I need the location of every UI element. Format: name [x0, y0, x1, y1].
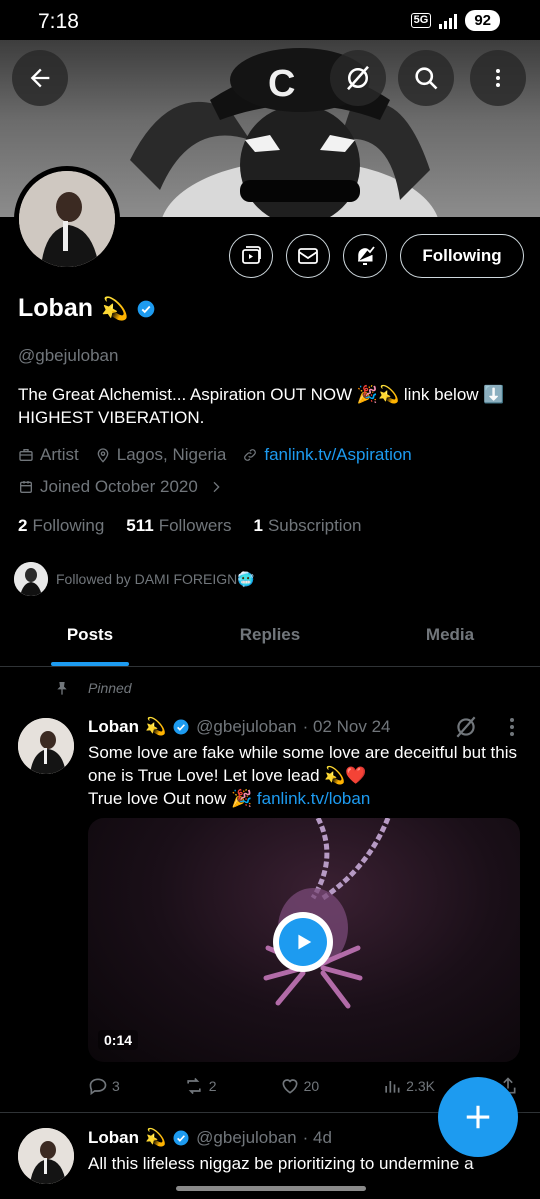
status-time: 7:18 — [38, 10, 79, 33]
profile-website-link[interactable]: fanlink.tv/Aspiration — [264, 445, 411, 465]
grok-icon — [347, 65, 369, 91]
profile-bio: The Great Alchemist... Aspiration OUT NO… — [18, 385, 505, 427]
search-button[interactable] — [398, 50, 454, 106]
status-bar: 7:18 5G 92 — [0, 0, 540, 40]
following-stat[interactable]: 2 Following — [18, 516, 104, 536]
profile-handle: @gbejuloban — [18, 346, 119, 365]
location-pin-icon — [97, 448, 109, 463]
tweet-date: · 4d — [302, 1128, 332, 1147]
battery-indicator: 92 — [465, 10, 500, 31]
following-button[interactable]: Following — [400, 234, 524, 278]
followed-by-text: Followed by DAMI FOREIGN🥶 — [56, 570, 255, 587]
pin-icon — [57, 682, 67, 695]
notifications-button[interactable] — [343, 234, 387, 278]
back-button[interactable] — [12, 50, 68, 106]
profile-actions: Following — [229, 234, 524, 278]
play-button[interactable] — [273, 912, 333, 972]
svg-text:C: C — [268, 63, 295, 105]
profile-category: Artist — [40, 445, 79, 464]
heart-icon — [282, 1079, 298, 1094]
name-emoji: 💫 — [101, 295, 129, 321]
tab-replies[interactable]: Replies — [180, 603, 360, 666]
more-options-button[interactable] — [470, 50, 526, 106]
tweet-text-line2: True love Out now 🎉 fanlink.tv/loban — [88, 789, 371, 808]
tweet-author-handle[interactable]: @gbejuloban — [196, 1128, 296, 1148]
pinned-indicator: Pinned — [54, 680, 132, 696]
repost-icon — [187, 1077, 201, 1095]
search-icon — [415, 67, 438, 90]
joined-row[interactable]: Joined October 2020 — [18, 477, 224, 497]
envelope-icon — [298, 248, 318, 264]
more-vertical-icon — [496, 69, 500, 87]
grok-button[interactable] — [330, 50, 386, 106]
profile-stats: 2 Following 511 Followers 1 Subscription — [18, 516, 362, 536]
tweet-more-button[interactable] — [508, 716, 516, 744]
verified-badge-icon — [173, 719, 189, 735]
profile-avatar[interactable] — [14, 166, 120, 272]
video-duration: 0:14 — [98, 1030, 139, 1050]
tweet-date: · 02 Nov 24 — [302, 717, 391, 736]
avatar-image — [19, 171, 115, 267]
tab-posts[interactable]: Posts — [0, 603, 180, 666]
subscription-stat[interactable]: 1 Subscription — [253, 516, 361, 536]
verified-badge-icon — [173, 1130, 189, 1146]
tab-media[interactable]: Media — [360, 603, 540, 666]
tweet-text: All this lifeless niggaz be prioritizing… — [88, 1154, 474, 1173]
grok-icon[interactable] — [453, 714, 479, 740]
link-icon — [244, 449, 257, 461]
bell-check-icon — [358, 246, 375, 265]
pinned-label: Pinned — [88, 680, 132, 696]
tweet-author-handle[interactable]: @gbejuloban — [196, 717, 296, 737]
tweet-avatar[interactable] — [18, 718, 74, 774]
reply-button[interactable]: 3 — [88, 1076, 120, 1096]
network-indicator: 5G — [410, 13, 432, 28]
follower-avatar — [14, 562, 48, 596]
chevron-right-icon — [213, 481, 220, 493]
tweet-header: Loban 💫 @gbejuloban · 4d — [88, 1128, 332, 1148]
compose-button[interactable] — [438, 1077, 518, 1157]
calendar-icon — [20, 481, 32, 493]
subscription-icon — [242, 246, 261, 264]
message-button[interactable] — [286, 234, 330, 278]
arrow-left-icon — [30, 68, 50, 88]
profile-meta-row: Artist Lagos, Nigeria fanlink.tv/Aspirat… — [18, 445, 412, 465]
profile-display-name: Loban — [18, 294, 93, 322]
briefcase-icon — [19, 449, 33, 461]
tweet-author-emoji: 💫 — [145, 1128, 167, 1147]
comment-icon — [89, 1078, 107, 1096]
subscribe-button[interactable] — [229, 234, 273, 278]
tweet-text-line1: Some love are fake while some love are d… — [88, 743, 518, 785]
more-vertical-icon — [510, 718, 514, 736]
tweet-link[interactable]: fanlink.tv/loban — [257, 789, 370, 808]
home-indicator[interactable] — [176, 1186, 366, 1191]
tweet-author-emoji: 💫 — [145, 717, 167, 736]
like-button[interactable]: 20 — [280, 1076, 319, 1096]
tweet-header: Loban 💫 @gbejuloban · 02 Nov 24 — [88, 717, 391, 737]
signal-icon — [439, 13, 458, 29]
profile-joined-date: Joined October 2020 — [40, 477, 198, 496]
profile-tabs: Posts Replies Media — [0, 603, 540, 667]
play-icon — [298, 934, 312, 950]
profile-location: Lagos, Nigeria — [116, 445, 227, 464]
analytics-icon — [385, 1081, 400, 1093]
repost-button[interactable]: 2 — [183, 1076, 217, 1096]
tweet-author-name[interactable]: Loban — [88, 717, 139, 737]
followed-by-row[interactable]: Followed by DAMI FOREIGN🥶 — [14, 562, 255, 596]
status-icons: 5G 92 — [410, 10, 500, 31]
profile-name-row: Loban 💫 — [18, 294, 156, 323]
followers-stat[interactable]: 511 Followers — [126, 516, 231, 536]
tweet-text: Some love are fake while some love are d… — [88, 741, 518, 810]
views-button[interactable]: 2.3K — [382, 1076, 435, 1096]
plus-icon — [466, 1105, 490, 1129]
tweet-author-name[interactable]: Loban — [88, 1128, 139, 1148]
verified-badge-icon[interactable] — [136, 299, 156, 319]
tweet-avatar[interactable] — [18, 1128, 74, 1184]
